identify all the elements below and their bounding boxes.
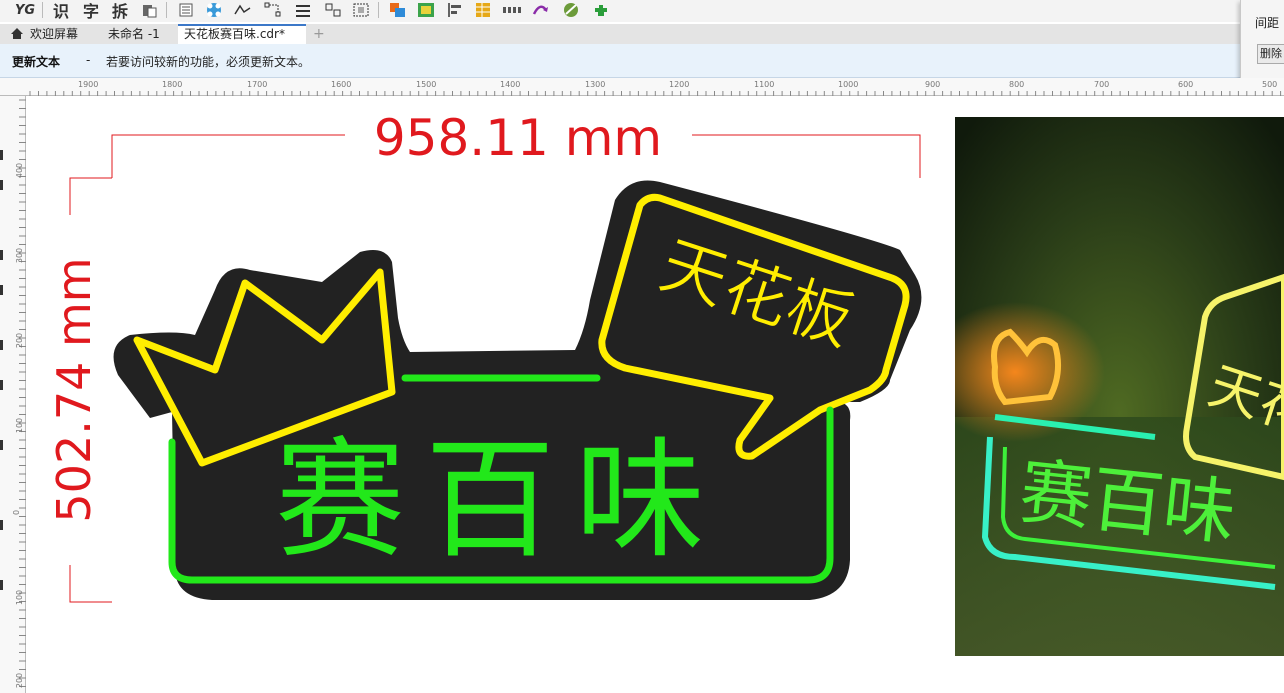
color-layers-icon[interactable] — [388, 0, 408, 20]
ruler-v-label: 300 — [15, 247, 25, 264]
ruler-v-label: 200 — [15, 332, 25, 349]
ruler-v-label: 0 — [12, 509, 22, 516]
recognize-button[interactable]: 识 — [50, 0, 72, 21]
curve-icon[interactable] — [232, 0, 254, 20]
neon-photo: 赛百味 天花 — [955, 117, 1284, 656]
delete-button-label: 删除 — [1260, 47, 1282, 60]
ruler-h-label: 1500 — [416, 80, 437, 89]
horizontal-ruler[interactable]: 1900 1800 1700 1600 1500 1400 1300 1200 … — [0, 78, 1284, 96]
ruler-h-label: 900 — [925, 80, 941, 89]
tab-active-document[interactable]: 天花板赛百味.cdr* — [178, 24, 306, 44]
tab-active-document-label: 天花板赛百味.cdr* — [184, 27, 285, 41]
ruler-h-label: 700 — [1094, 80, 1110, 89]
ruler-h-label: 1600 — [331, 80, 352, 89]
split-label: 拆 — [111, 2, 128, 21]
align-icon[interactable] — [444, 0, 466, 20]
document-icon[interactable] — [176, 0, 196, 20]
toolbar-divider — [378, 2, 379, 18]
split-button[interactable]: 拆 — [109, 0, 131, 21]
ruler-h-label: 1200 — [669, 80, 690, 89]
logo-yg-button[interactable]: YG — [12, 0, 38, 20]
logo-text: YG — [14, 2, 36, 18]
width-dimension-text: 958.11 mm — [374, 109, 662, 167]
puzzle-icon[interactable] — [590, 0, 612, 20]
nodes-icon[interactable] — [262, 0, 284, 20]
main-toolbar: YG 识 字 拆 — [0, 0, 1284, 22]
ruler-h-label: 1400 — [500, 80, 521, 89]
char-label: 字 — [82, 2, 99, 21]
pattern-icon[interactable] — [204, 0, 224, 20]
home-icon — [11, 28, 23, 39]
tab-untitled-label: 未命名 -1 — [108, 27, 160, 41]
toolbar-divider — [166, 2, 167, 18]
lines-icon[interactable] — [292, 0, 314, 20]
table-icon[interactable] — [472, 0, 494, 20]
char-button[interactable]: 字 — [80, 0, 102, 21]
ruler-h-label: 1900 — [78, 80, 99, 89]
ruler-h-label: 500 — [1262, 80, 1278, 89]
ruler-h-label: 1000 — [838, 80, 859, 89]
grid-icon[interactable] — [500, 0, 524, 20]
ruler-v-label: 200 — [15, 672, 25, 689]
infobar-message: 若要访问较新的功能，必须更新文本。 — [106, 55, 311, 69]
transform-icon[interactable] — [530, 0, 552, 20]
ruler-h-label: 1700 — [247, 80, 268, 89]
toolbar-divider — [42, 2, 43, 18]
ruler-h-label: 800 — [1009, 80, 1025, 89]
plus-icon: + — [313, 26, 325, 42]
photo-preview[interactable]: 赛百味 天花 — [955, 117, 1284, 656]
tab-welcome-label: 欢迎屏幕 — [30, 27, 79, 41]
delete-button[interactable]: 删除 — [1257, 44, 1284, 64]
ruler-v-label: 400 — [15, 162, 25, 179]
ruler-h-label: 600 — [1178, 80, 1194, 89]
ruler-h-label: 1300 — [585, 80, 606, 89]
new-tab-button[interactable]: + — [309, 24, 329, 44]
update-text-infobar: 更新文本 - 若要访问较新的功能，必须更新文本。 — [0, 44, 1240, 78]
tab-welcome[interactable]: 欢迎屏幕 — [0, 24, 100, 44]
ruler-h-label: 1800 — [162, 80, 183, 89]
select-frame-icon[interactable] — [350, 0, 372, 20]
left-toolbox-edge — [0, 0, 8, 693]
toolbox-edge-glyphs — [0, 150, 3, 590]
paste-icon[interactable] — [139, 0, 159, 20]
ruler-h-label: 1100 — [754, 80, 775, 89]
ruler-h-ticks — [29, 91, 1282, 96]
main-sign-text: 赛百味 — [275, 424, 725, 576]
infobar-separator: - — [86, 53, 91, 67]
recognize-label: 识 — [52, 2, 69, 21]
plugin-icon[interactable] — [560, 0, 582, 20]
height-dimension-text: 502.74 mm — [47, 257, 101, 522]
drawing-canvas[interactable]: 958.11 mm 502.74 mm 天花板 赛百味 赛百味 天花 — [26, 96, 1284, 693]
ruler-v-label: 100 — [15, 417, 25, 434]
ruler-v-label: 100 — [15, 589, 25, 606]
image-icon[interactable] — [416, 0, 436, 20]
tab-untitled[interactable]: 未命名 -1 — [102, 24, 176, 44]
group-icon[interactable] — [322, 0, 344, 20]
infobar-title: 更新文本 — [12, 55, 61, 69]
spacing-label: 间距 — [1255, 16, 1280, 30]
document-tabs: 欢迎屏幕 未命名 -1 天花板赛百味.cdr* + — [0, 24, 1240, 44]
docker-panel: 间距 删除 — [1240, 0, 1284, 86]
